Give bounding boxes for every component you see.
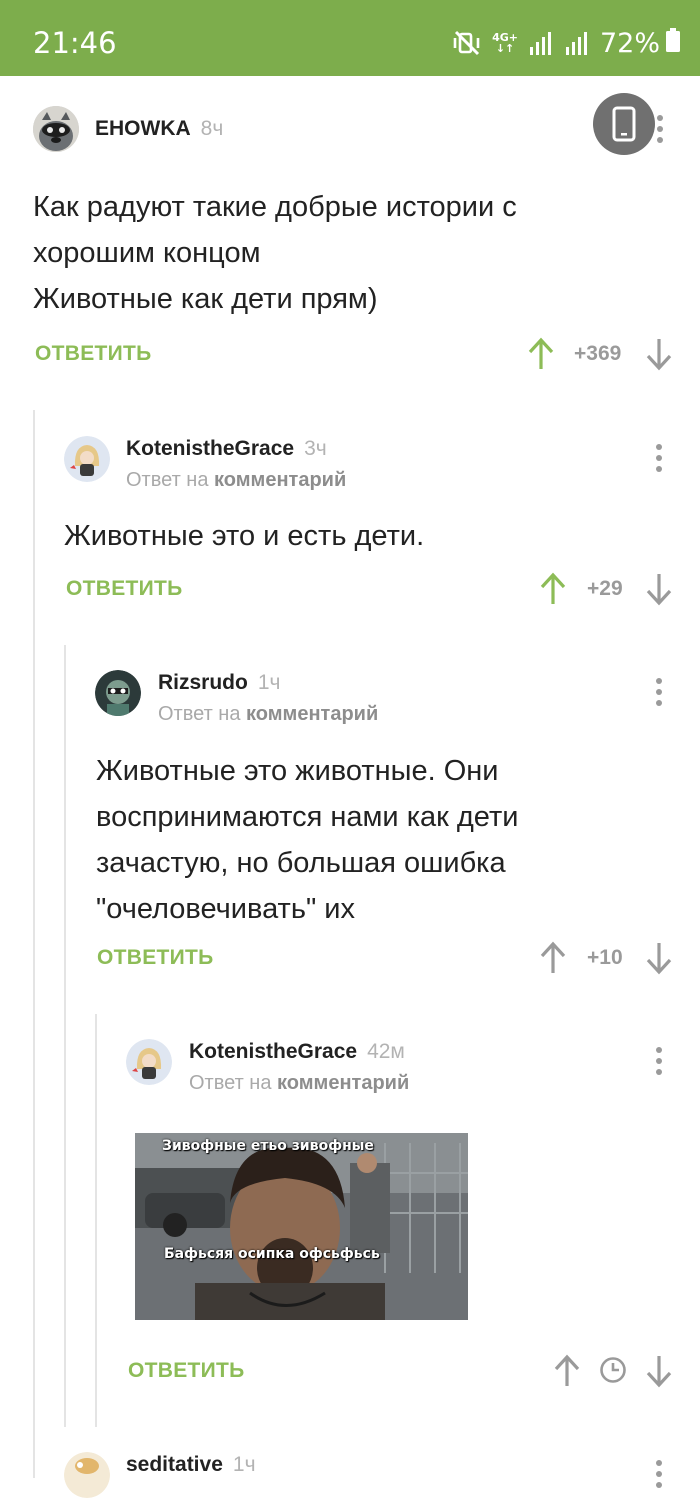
signal-icon <box>564 30 590 56</box>
battery-percent: 72% <box>599 27 660 59</box>
comment-time: 1ч <box>232 1453 256 1476</box>
comment-time: 42м <box>367 1040 405 1063</box>
more-menu-icon[interactable] <box>654 441 664 475</box>
comment-text: Животные это и есть дети. <box>64 520 425 552</box>
avatar[interactable] <box>95 670 141 716</box>
avatar[interactable] <box>64 436 110 482</box>
more-menu-icon[interactable] <box>654 1457 664 1491</box>
signal-icon <box>528 30 554 56</box>
meme-caption-bottom: Бафьсяя осипка офсьфьсь <box>164 1246 380 1262</box>
author-name[interactable]: KotenistheGrace <box>126 437 294 460</box>
reply-to-label: Ответ на комментарий <box>189 1072 409 1095</box>
avatar[interactable] <box>64 1452 110 1498</box>
upvote-arrow-icon[interactable] <box>552 1354 582 1388</box>
upvote-arrow-icon[interactable] <box>538 941 568 975</box>
downvote-arrow-icon[interactable] <box>644 941 674 975</box>
author-name[interactable]: EHOWKA <box>95 117 191 140</box>
comment-score: +29 <box>587 577 623 600</box>
comment-text: Как радуют такие добрые истории с хороши… <box>33 191 517 315</box>
reply-to-link[interactable]: комментарий <box>246 703 378 725</box>
comment-time: 3ч <box>304 437 327 460</box>
meme-photo <box>135 1133 468 1320</box>
author-name[interactable]: Rizsrudo <box>158 671 248 694</box>
thread-line <box>33 410 35 1478</box>
phone-icon <box>612 106 636 142</box>
comment-author[interactable]: KotenistheGrace 3ч <box>126 437 327 461</box>
reply-button[interactable]: ОТВЕТИТЬ <box>97 946 214 970</box>
clock-icon <box>600 1357 626 1383</box>
reply-button[interactable]: ОТВЕТИТЬ <box>128 1359 245 1383</box>
upvote-arrow-icon[interactable] <box>538 572 568 606</box>
more-menu-icon[interactable] <box>655 112 665 146</box>
mute-vibrate-icon <box>452 29 482 57</box>
comment-time: 1ч <box>257 671 281 694</box>
author-name[interactable]: seditative <box>126 1453 223 1476</box>
avatar[interactable] <box>126 1039 172 1085</box>
comment-score: +10 <box>587 946 623 969</box>
reply-to-prefix: Ответ на <box>189 1072 272 1094</box>
mobile-view-button[interactable] <box>593 93 655 155</box>
author-name[interactable]: KotenistheGrace <box>189 1040 357 1063</box>
downvote-arrow-icon[interactable] <box>644 1354 674 1388</box>
reply-button[interactable]: ОТВЕТИТЬ <box>35 342 152 366</box>
reply-to-label: Ответ на комментарий <box>126 469 346 492</box>
more-menu-icon[interactable] <box>654 675 664 709</box>
meme-caption-top: Зивофные етьо зивофные <box>162 1138 374 1154</box>
reply-button[interactable]: ОТВЕТИТЬ <box>66 577 183 601</box>
avatar[interactable] <box>33 106 79 152</box>
comment-author[interactable]: seditative 1ч <box>126 1453 256 1477</box>
status-bar: 21:46 4G+ ↓↑ 72% <box>0 0 700 76</box>
reply-to-link[interactable]: комментарий <box>277 1072 409 1094</box>
reply-to-prefix: Ответ на <box>158 703 241 725</box>
data-arrows-icon: ↓↑ <box>495 42 515 55</box>
comment-author[interactable]: EHOWKA 8ч <box>95 117 223 141</box>
downvote-arrow-icon[interactable] <box>644 337 674 371</box>
comment-author[interactable]: KotenistheGrace 42м <box>189 1040 405 1064</box>
battery-icon <box>666 27 680 59</box>
comment-score: +369 <box>574 342 622 365</box>
network-type-label: 4G+ ↓↑ <box>492 32 518 54</box>
status-icons: 4G+ ↓↑ 72% <box>452 26 680 60</box>
comment-image[interactable]: Зивофные етьо зивофные Бафьсяя осипка оф… <box>135 1133 468 1320</box>
upvote-arrow-icon[interactable] <box>526 337 556 371</box>
reply-to-link[interactable]: комментарий <box>214 469 346 491</box>
downvote-arrow-icon[interactable] <box>644 572 674 606</box>
thread-line <box>95 1014 97 1427</box>
more-menu-icon[interactable] <box>654 1044 664 1078</box>
comment-text: Животные это животные. Они воспринимаютс… <box>96 755 519 925</box>
reply-to-label: Ответ на комментарий <box>158 703 378 726</box>
status-time: 21:46 <box>33 26 117 60</box>
thread-line <box>64 645 66 1427</box>
comment-author[interactable]: Rizsrudo 1ч <box>158 671 280 695</box>
comment-time: 8ч <box>200 117 224 140</box>
reply-to-prefix: Ответ на <box>126 469 209 491</box>
